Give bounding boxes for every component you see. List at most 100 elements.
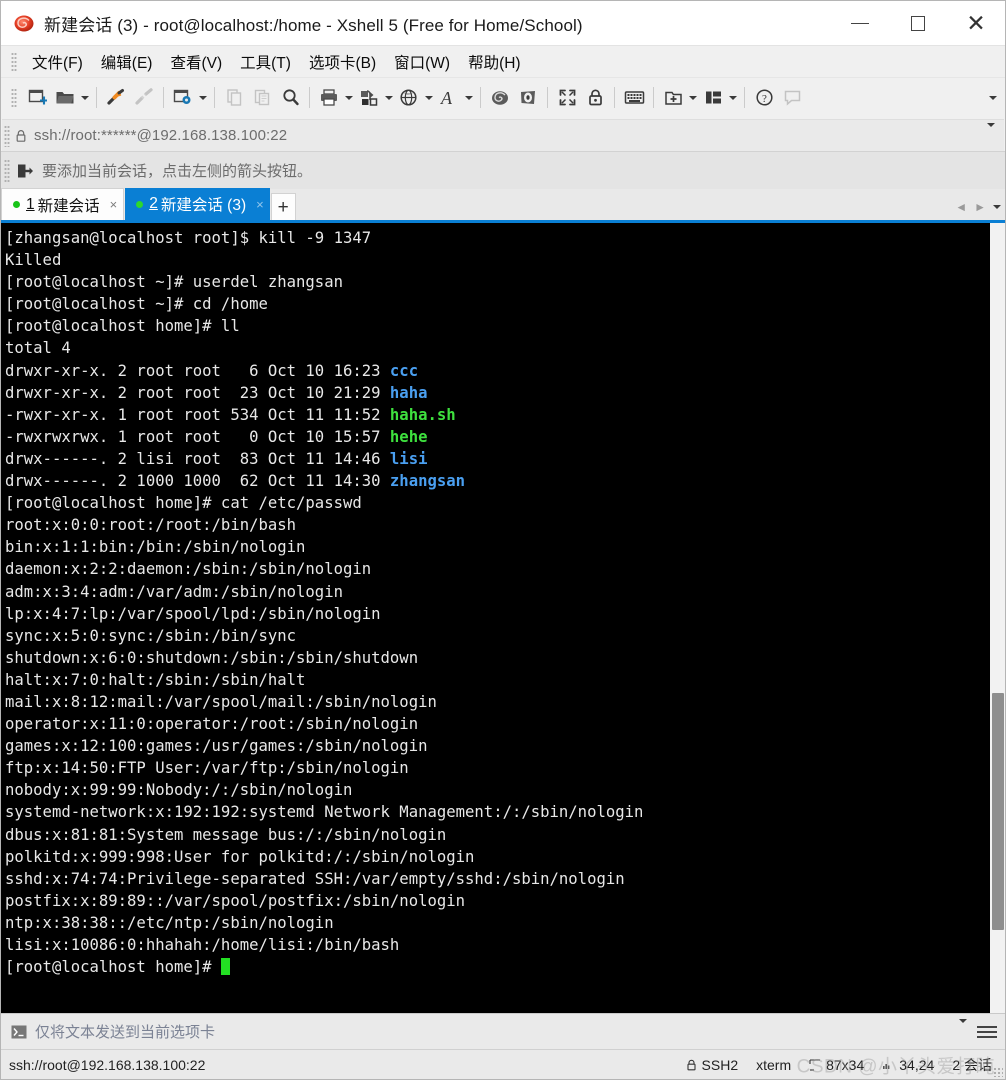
send-target-dropdown[interactable] [959,1018,967,1041]
xagent-icon[interactable] [514,84,542,112]
menu-tabs[interactable]: 选项卡(B) [300,47,385,77]
tab-session-1[interactable]: 1 新建会话 × [1,188,125,220]
session-properties-dropdown[interactable] [197,84,209,112]
comment-icon[interactable] [778,84,806,112]
toolbar-separator [744,87,745,108]
address-bar-grip[interactable] [4,124,10,147]
find-icon[interactable] [276,84,304,112]
close-button[interactable]: ✕ [947,1,1005,45]
terminal-line: [root@localhost ~]# userdel zhangsan [5,271,989,293]
session-properties-icon[interactable] [169,84,197,112]
lock-icon[interactable] [581,84,609,112]
svg-text:A: A [440,88,453,107]
paste-icon[interactable] [248,84,276,112]
browser-dropdown[interactable] [423,84,435,112]
terminal-text: [zhangsan@localhost root]$ kill -9 1347 [5,229,372,247]
chevron-down-icon [81,95,89,100]
terminal-text: bin:x:1:1:bin:/bin:/sbin/nologin [5,538,306,557]
terminal-line: drwx------. 2 1000 1000 62 Oct 11 14:30 … [5,470,989,492]
disconnect-icon[interactable] [130,84,158,112]
send-text-input[interactable]: 仅将文本发送到当前选项卡 [35,1021,215,1042]
hamburger-menu-icon[interactable] [977,1022,997,1042]
new-session-icon[interactable] [23,84,51,112]
tab-nav-controls: ◄ ► [955,200,1001,214]
copy-icon[interactable] [220,84,248,112]
menu-help[interactable]: 帮助(H) [459,47,530,77]
address-input[interactable]: ssh://root:******@192.168.138.100:22 [34,127,287,144]
terminal-line: -rwxr-xr-x. 1 root root 534 Oct 11 11:52… [5,404,989,426]
terminal-line: [zhangsan@localhost root]$ kill -9 1347 [5,227,989,249]
terminal-line: sshd:x:74:74:Privilege-separated SSH:/va… [5,868,989,890]
add-tab-dropdown[interactable] [687,84,699,112]
help-icon[interactable]: ? [750,84,778,112]
send-text-bar[interactable]: 仅将文本发送到当前选项卡 [1,1013,1005,1049]
scrollbar-thumb[interactable] [992,693,1004,930]
toolbar-drag-grip[interactable] [11,87,17,108]
toolbar-overflow-button[interactable] [986,84,1000,112]
resize-grip[interactable] [993,1067,1003,1077]
tab-session-2[interactable]: 2 新建会话 (3) × [125,188,270,220]
font-icon[interactable]: A [435,84,463,112]
toolbar-separator [614,87,615,108]
tab-label: 新建会话 (3) [160,197,247,214]
terminal-scrollbar[interactable] [989,223,1005,1013]
terminal-text: ccc [389,361,419,380]
terminal-text: ftp:x:14:50:FTP User:/var/ftp:/sbin/nolo… [5,759,409,778]
keyboard-icon[interactable] [620,84,648,112]
address-dropdown-button[interactable] [987,122,995,145]
tab-list-dropdown-icon[interactable] [993,205,1001,209]
menu-edit[interactable]: 编辑(E) [92,47,162,77]
status-protocol-label: SSH2 [701,1056,739,1073]
terminal-text: lp:x:4:7:lp:/var/spool/lpd:/sbin/nologin [5,604,381,623]
status-right-group: SSH2 xterm 87x34 34,24 2 会话 [677,1055,1001,1075]
close-icon: ✕ [966,9,986,36]
tab-number: 2 [149,195,158,212]
menu-file[interactable]: 文件(F) [23,47,92,77]
browser-icon[interactable] [395,84,423,112]
address-bar[interactable]: ssh://root:******@192.168.138.100:22 [2,119,1004,151]
tab-scroll-right-icon[interactable]: ► [974,200,986,214]
terminal-text: drwx------. 2 lisi root 83 Oct 11 14:46 [5,449,390,468]
terminal-text: halt:x:7:0:halt:/sbin:/sbin/halt [5,670,306,689]
maximize-button[interactable] [889,1,947,45]
terminal-line: drwxr-xr-x. 2 root root 6 Oct 10 16:23 c… [5,360,989,382]
terminal-line: games:x:12:100:games:/usr/games:/sbin/no… [5,735,989,757]
layout-icon[interactable] [699,84,727,112]
add-tab-icon[interactable] [659,84,687,112]
status-screen-size: 87x34 [800,1057,873,1073]
add-to-session-icon[interactable] [16,162,34,180]
toolbar-separator [96,87,97,108]
layout-dropdown[interactable] [727,84,739,112]
xftp-icon[interactable] [486,84,514,112]
chevron-down-icon [425,95,433,100]
terminal-output[interactable]: [zhangsan@localhost root]$ kill -9 1347 K… [1,223,989,1013]
print-icon[interactable] [315,84,343,112]
chevron-down-icon [345,95,353,100]
new-tab-button[interactable]: + [270,193,296,220]
tab-close-icon[interactable]: × [256,197,264,212]
hint-bar-grip[interactable] [4,158,10,183]
open-folder-icon[interactable] [51,84,79,112]
tab-close-icon[interactable]: × [110,197,118,212]
status-bar: ssh://root@192.168.138.100:22 SSH2 xterm… [1,1049,1005,1079]
print-dropdown[interactable] [343,84,355,112]
transfer-dropdown[interactable] [383,84,395,112]
chevron-down-icon [199,95,207,100]
menu-tools[interactable]: 工具(T) [231,47,300,77]
minimize-button[interactable] [831,1,889,45]
menu-drag-grip[interactable] [11,51,17,72]
lock-icon [15,129,27,143]
menu-window[interactable]: 窗口(W) [385,47,459,77]
terminal-line: operator:x:11:0:operator:/root:/sbin/nol… [5,713,989,735]
connect-icon[interactable] [102,84,130,112]
tab-scroll-left-icon[interactable]: ◄ [955,200,967,214]
terminal-text: lisi [389,449,428,468]
terminal-line: shutdown:x:6:0:shutdown:/sbin:/sbin/shut… [5,647,989,669]
tab-label: 新建会话 [37,197,100,215]
fullscreen-icon[interactable] [553,84,581,112]
terminal-text: mail:x:8:12:mail:/var/spool/mail:/sbin/n… [5,692,437,711]
transfer-icon[interactable] [355,84,383,112]
open-folder-dropdown[interactable] [79,84,91,112]
menu-view[interactable]: 查看(V) [161,47,231,77]
font-dropdown[interactable] [463,84,475,112]
